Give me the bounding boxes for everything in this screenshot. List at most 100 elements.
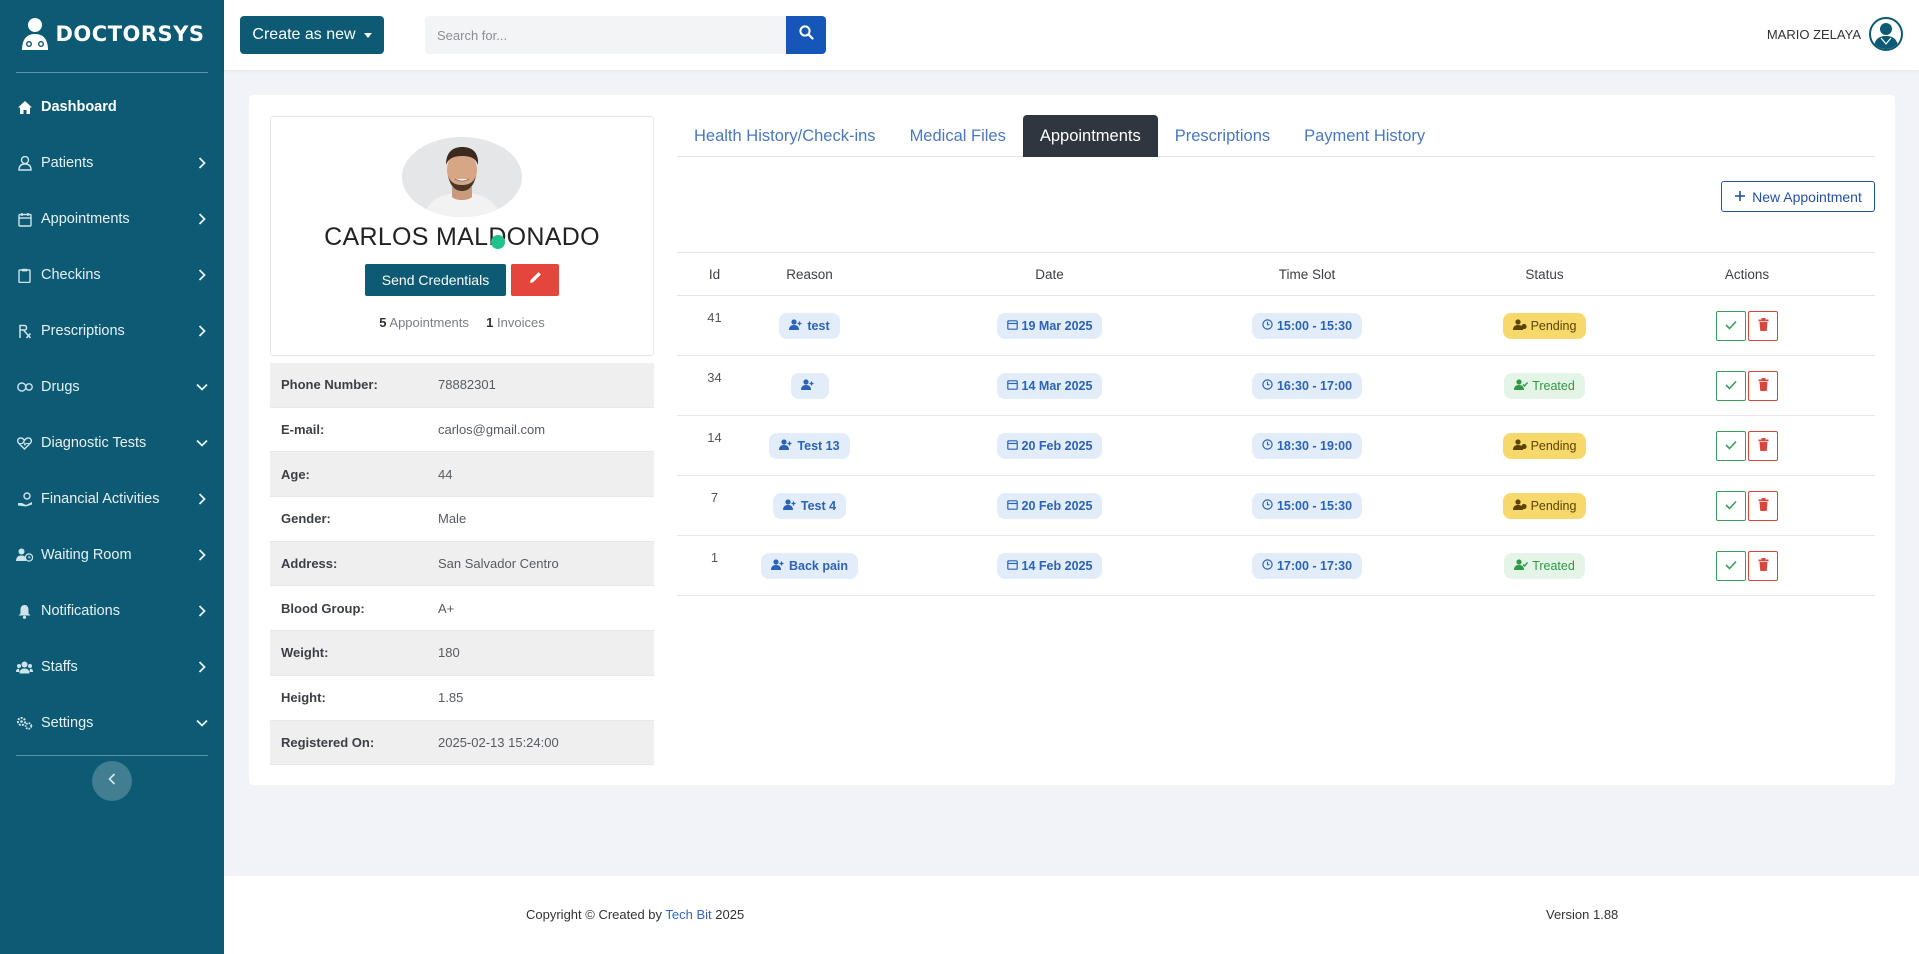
sidebar-item-waiting-room[interactable]: Waiting Room [0, 527, 224, 583]
info-row-height: Height: 1.85 [270, 676, 654, 721]
cell-actions [1707, 550, 1787, 581]
cell-date: 19 Mar 2025 [867, 312, 1232, 339]
status-text: Pending [1530, 438, 1577, 453]
cell-date: 20 Feb 2025 [867, 432, 1232, 459]
time-slot-text: 17:00 - 17:30 [1276, 558, 1353, 573]
date-badge: 20 Feb 2025 [996, 492, 1103, 519]
tab-payment-history[interactable]: Payment History [1287, 115, 1442, 157]
mark-treated-button[interactable] [1716, 550, 1746, 581]
edit-patient-button[interactable] [511, 264, 560, 296]
chevron-left-icon [108, 772, 116, 790]
sidebar-item-settings[interactable]: Settings [0, 695, 224, 751]
info-value: 180 [438, 645, 460, 661]
sidebar-item-dashboard[interactable]: Dashboard [0, 79, 224, 135]
info-value: 78882301 [438, 377, 496, 393]
delete-appointment-button[interactable] [1748, 430, 1778, 461]
cell-date: 20 Feb 2025 [867, 492, 1232, 519]
sidebar-item-label: Patients [41, 155, 94, 171]
user-menu[interactable]: MARIO ZELAYA [1767, 17, 1903, 51]
chevron-down-icon [196, 381, 208, 393]
sidebar-item-prescriptions[interactable]: Prescriptions [0, 303, 224, 359]
sidebar-item-appointments[interactable]: Appointments [0, 191, 224, 247]
info-key: Blood Group: [281, 600, 365, 616]
clock-icon [1262, 318, 1273, 333]
sidebar-item-checkins[interactable]: Checkins [0, 247, 224, 303]
cell-date: 14 Feb 2025 [867, 552, 1232, 579]
sidebar-item-diagnostic-tests[interactable]: Diagnostic Tests [0, 415, 224, 471]
appointments-count-label: Appointments [389, 315, 469, 330]
brand[interactable]: DOCTORSYS [0, 0, 224, 68]
mark-treated-button[interactable] [1716, 430, 1746, 461]
chevron-down-icon [196, 437, 208, 449]
sidebar-item-patients[interactable]: Patients [0, 135, 224, 191]
sidebar-nav: Dashboard Patients Appointments Checkins… [0, 73, 224, 751]
column-header-time-slot: Time Slot [1278, 266, 1336, 282]
search-icon [798, 25, 814, 45]
info-row-weight: Weight: 180 [270, 631, 654, 676]
delete-appointment-button[interactable] [1748, 550, 1778, 581]
column-header-id: Id [708, 266, 721, 282]
mark-treated-button[interactable] [1716, 490, 1746, 521]
tab-medical-files[interactable]: Medical Files [893, 115, 1023, 157]
delete-appointment-button[interactable] [1748, 310, 1778, 341]
sidebar-item-label: Settings [41, 715, 94, 731]
time-slot-badge: 17:00 - 17:30 [1251, 552, 1363, 579]
sidebar-item-notifications[interactable]: Notifications [0, 583, 224, 639]
chevron-right-icon [196, 157, 208, 169]
date-text: 14 Feb 2025 [1021, 558, 1093, 573]
create-label: Create as new [252, 26, 356, 43]
cell-status: Treated [1382, 552, 1707, 579]
status-badge: Pending [1502, 432, 1587, 459]
info-row-phone: Phone Number: 78882301 [270, 363, 654, 408]
info-value: Male [438, 511, 467, 527]
cell-reason [752, 372, 867, 399]
mark-treated-button[interactable] [1716, 370, 1746, 401]
trash-icon [1758, 497, 1769, 514]
mark-treated-button[interactable] [1716, 310, 1746, 341]
info-row-email: E-mail: carlos@gmail.com [270, 408, 654, 453]
tab-appointments[interactable]: Appointments [1022, 115, 1158, 157]
time-slot-badge: 15:00 - 15:30 [1251, 492, 1363, 519]
info-value: 1.85 [438, 690, 464, 706]
send-credentials-button[interactable]: Send Credentials [364, 264, 507, 296]
trash-icon [1758, 557, 1769, 574]
cell-time-slot: 16:30 - 17:00 [1232, 372, 1382, 399]
table-header: Id Reason Date Time Slot Status Actions [677, 252, 1875, 296]
info-value: San Salvador Centro [438, 556, 559, 572]
collapse-sidebar-button[interactable] [92, 761, 132, 801]
sidebar-item-label: Staffs [41, 659, 78, 675]
delete-appointment-button[interactable] [1748, 490, 1778, 521]
trash-icon [1758, 377, 1769, 394]
check-icon [1725, 438, 1737, 453]
home-icon [16, 99, 33, 116]
users-icon [16, 659, 33, 676]
caret-down-icon [363, 32, 372, 38]
new-appointment-button[interactable]: New Appointment [1721, 181, 1875, 212]
user-clock-icon [1512, 498, 1527, 513]
patient-photo [402, 137, 522, 217]
delete-appointment-button[interactable] [1748, 370, 1778, 401]
sidebar-item-label: Waiting Room [41, 547, 132, 563]
tab-prescriptions[interactable]: Prescriptions [1158, 115, 1287, 157]
trash-icon [1758, 437, 1769, 454]
copyright: Copyright © Created by Tech Bit 2025 [526, 907, 744, 922]
user-plus-icon [782, 498, 797, 513]
cell-id: 7 [710, 490, 719, 505]
status-badge: Pending [1502, 312, 1587, 339]
create-as-new-dropdown[interactable]: Create as new [240, 16, 384, 54]
tab-health-history[interactable]: Health History/Check-ins [677, 115, 893, 157]
user-clock-icon [1512, 438, 1527, 453]
search-input[interactable] [425, 16, 786, 54]
patient-tabs: Health History/Check-ins Medical Files A… [677, 115, 1875, 157]
sidebar-item-staffs[interactable]: Staffs [0, 639, 224, 695]
info-value: carlos@gmail.com [438, 422, 546, 438]
sidebar-item-financial-activities[interactable]: Financial Activities [0, 471, 224, 527]
info-row-address: Address: San Salvador Centro [270, 541, 654, 587]
search-button[interactable] [786, 16, 826, 54]
tech-bit-link[interactable]: Tech Bit [665, 907, 711, 922]
column-header-actions: Actions [1724, 266, 1770, 282]
sidebar-item-drugs[interactable]: Drugs [0, 359, 224, 415]
sidebar-divider [16, 755, 208, 756]
sidebar-item-label: Checkins [41, 267, 101, 283]
chevron-right-icon [196, 325, 208, 337]
